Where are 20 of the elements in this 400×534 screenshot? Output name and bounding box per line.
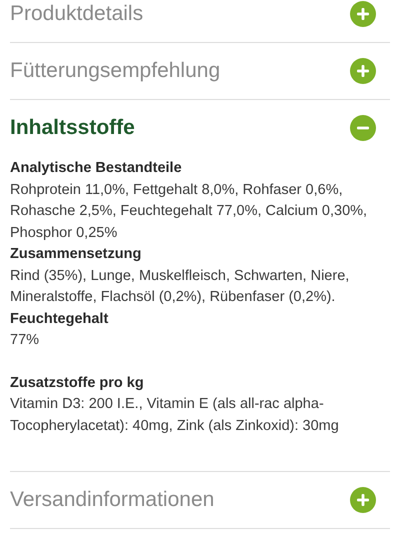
plus-icon[interactable] (350, 1, 376, 27)
ingredient-heading: Zusatzstoffe pro kg (10, 374, 145, 392)
ingredient-text: Vitamin D3: 200 I.E., Vitamin E (als all-rac alpha-Tocopherylacetat): 40mg, Zink (als Zinkoxid): 30mg (10, 395, 340, 436)
plus-icon[interactable] (350, 58, 376, 84)
accordion-header[interactable]: Produktdetails (10, 0, 390, 42)
section-title: Versandinformationen (10, 488, 214, 512)
section-title: Produktdetails (10, 2, 144, 26)
ingredient-text: Rohprotein 11,0%, Fettgehalt 8,0%, Rohfaser 0,6%, Rohasche 2,5%, Feuchtegehalt 77,0%, Calcium 0,30%, Phosphor 0,25% (10, 180, 368, 242)
ingredient-heading: Feuchtegehalt (10, 310, 110, 328)
ingredient-text: Rind (35%), Lunge, Muskelfleisch, Schwarten, Niere, Mineralstoffe, Flachsöl (0,2%), Rübenfaser (0,2%). (10, 266, 350, 307)
accordion-header[interactable]: Versandinformationen (10, 472, 390, 528)
plus-icon[interactable] (350, 487, 376, 513)
minus-icon[interactable] (350, 115, 376, 141)
ingredient-heading: Zusammensetzung (10, 245, 142, 264)
ingredient-text: 77% (10, 331, 40, 350)
section-title: Inhaltsstoffe (10, 116, 135, 140)
accordion-header[interactable]: Fütterungsempfehlung (10, 43, 390, 99)
ingredient-heading: Analytische Bestandteile (10, 159, 183, 178)
section-title: Fütterungsempfehlung (10, 59, 220, 83)
accordion-header[interactable]: Inhaltsstoffe (10, 100, 390, 156)
